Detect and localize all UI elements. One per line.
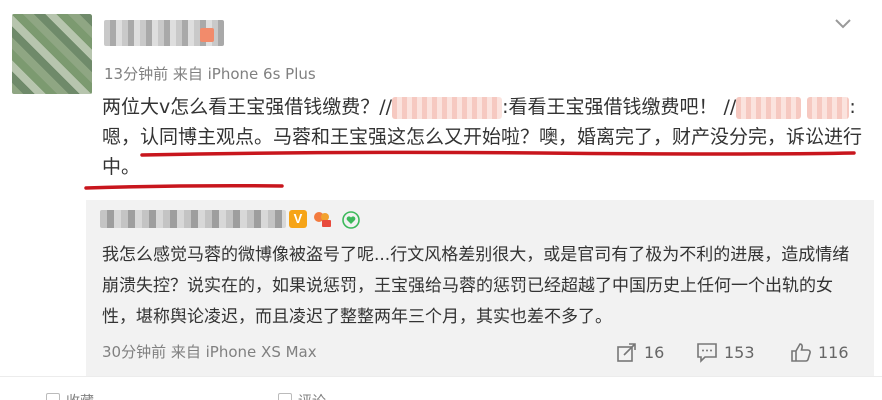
post-text-part1: 两位大v怎么看王宝强借钱缴费？// [102, 96, 393, 118]
reply-text: 我怎么感觉马蓉的微博像被盗号了呢...行文风格差别很大，或是官司有了极为不利的进… [102, 245, 850, 327]
like-count: 116 [818, 342, 849, 362]
like-button[interactable]: 116 [790, 340, 849, 364]
comment-button[interactable]: 评论 [298, 391, 326, 400]
post-text: 两位大v怎么看王宝强借钱缴费？//:看看王宝强借钱缴费吧！ // :嗯，认同博主… [102, 92, 862, 182]
repost-button[interactable]: 16 [616, 340, 664, 364]
post-meta: 13分钟前 来自 iPhone 6s Plus [104, 63, 316, 84]
comment-count: 153 [724, 342, 755, 362]
avatar[interactable] [12, 14, 92, 94]
mention-blurred[interactable] [807, 96, 850, 119]
reply-time: 30分钟前 [102, 343, 167, 361]
mention-blurred[interactable] [736, 96, 802, 119]
post-time: 13分钟前 [104, 65, 169, 83]
comment-icon [278, 393, 292, 400]
user-badge-icon [200, 28, 214, 42]
vip-badge-icon: V [289, 210, 307, 228]
chevron-down-icon[interactable] [832, 12, 854, 34]
repost-count: 16 [644, 342, 665, 362]
repost-icon [617, 343, 636, 362]
reply-username[interactable] [100, 210, 286, 228]
comment-button[interactable]: 153 [696, 340, 755, 364]
post-text-part2: :看看王宝强借钱缴费吧！ // [502, 96, 737, 118]
favorite-icon [46, 393, 60, 400]
like-icon [791, 343, 811, 362]
bottom-action-bar: 收藏 评论 [0, 376, 882, 400]
mention-blurred[interactable] [392, 96, 503, 119]
favorite-button[interactable]: 收藏 [66, 391, 94, 400]
reply-meta: 30分钟前 来自 iPhone XS Max [102, 341, 317, 362]
highlight-underline [140, 150, 856, 157]
comment-icon [697, 343, 717, 363]
reply-source: 来自 iPhone XS Max [170, 343, 317, 361]
reply-card: V 我怎么感觉马蓉的微博像被盗号了呢...行文风格差别很大，或是官司有了极为不利… [86, 200, 874, 376]
highlight-underline [84, 184, 284, 190]
heart-badge-icon [342, 211, 360, 229]
post-source: 来自 iPhone 6s Plus [172, 65, 316, 83]
flower-badge-icon [314, 212, 331, 227]
